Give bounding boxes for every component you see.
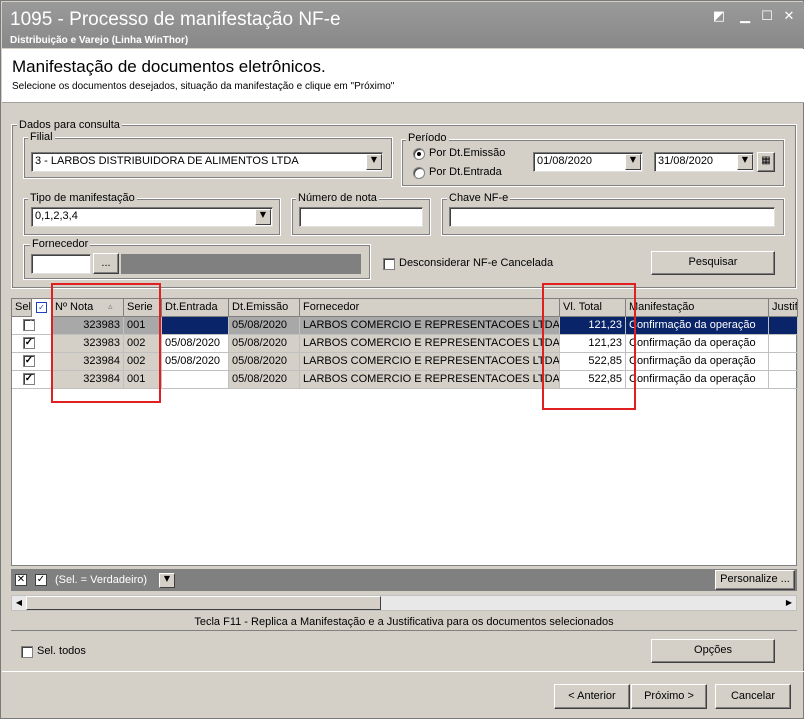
dt-entrada-cell[interactable]: 05/08/2020 — [162, 353, 229, 371]
tipo-select[interactable]: 0,1,2,3,4 — [31, 207, 273, 227]
restore-icon[interactable]: ◩ — [712, 10, 726, 24]
highlight-nota-serie — [51, 283, 161, 403]
col-header-justif[interactable]: Justif — [769, 299, 798, 317]
personalize-button[interactable]: Personalize ... — [715, 570, 795, 590]
title-bar: 1095 - Processo de manifestação NF-e Dis… — [2, 2, 804, 48]
row-select-checkbox[interactable]: ✓ — [23, 319, 35, 331]
cancelar-button[interactable]: Cancelar — [715, 684, 791, 709]
row-select-checkbox[interactable]: ✓ — [23, 355, 35, 367]
filter-active-checkbox[interactable]: ✓ — [35, 574, 47, 586]
manifestacao-cell[interactable]: Confirmação da operação — [626, 317, 769, 335]
periodo-label: Período — [406, 132, 449, 144]
row-select-checkbox[interactable]: ✓ — [23, 337, 35, 349]
dt-emissao-cell[interactable]: 05/08/2020 — [229, 317, 300, 335]
filter-text: (Sel. = Verdadeiro) — [55, 574, 148, 586]
footer-divider — [2, 671, 804, 672]
radio-por-entrada-label: Por Dt.Entrada — [429, 166, 502, 178]
minimize-icon[interactable]: ▁ — [738, 10, 752, 24]
desconsiderar-checkbox[interactable] — [383, 258, 395, 270]
maximize-icon[interactable]: ☐ — [760, 10, 774, 24]
chevron-down-icon[interactable]: ▼ — [366, 154, 382, 170]
page-header: Manifestação de documentos eletrônicos. … — [2, 49, 804, 103]
window-subtitle: Distribuição e Varejo (Linha WinThor) — [10, 35, 189, 46]
scroll-thumb[interactable] — [26, 596, 381, 610]
opcoes-button[interactable]: Opções — [651, 639, 775, 663]
justif-cell[interactable] — [769, 353, 798, 371]
fornecedor-label: Fornecedor — [30, 238, 91, 250]
calendar-icon[interactable]: ▦ — [757, 152, 775, 172]
radio-por-entrada[interactable] — [413, 167, 425, 179]
scroll-left-icon[interactable]: ◀ — [12, 596, 26, 610]
proximo-button[interactable]: Próximo > — [631, 684, 707, 709]
fornecedor-cell[interactable]: LARBOS COMERCIO E REPRESENTACOES LTDA — [300, 353, 560, 371]
pesquisar-button[interactable]: Pesquisar — [651, 251, 775, 275]
filial-label: Filial — [28, 131, 55, 143]
dt-entrada-cell[interactable] — [162, 317, 229, 335]
hint-text: Tecla F11 - Replica a Manifestação e a J… — [11, 613, 797, 631]
fornecedor-cell[interactable]: LARBOS COMERCIO E REPRESENTACOES LTDA — [300, 317, 560, 335]
dt-emissao-cell[interactable]: 05/08/2020 — [229, 353, 300, 371]
dt-emissao-cell[interactable]: 05/08/2020 — [229, 335, 300, 353]
anterior-button[interactable]: < Anterior — [554, 684, 630, 709]
window-title: 1095 - Processo de manifestação NF-e — [10, 9, 341, 30]
dt-emissao-cell[interactable]: 05/08/2020 — [229, 371, 300, 389]
sel-todos-checkbox[interactable] — [21, 646, 33, 658]
consulta-legend: Dados para consulta — [17, 119, 122, 131]
radio-por-emissao-label: Por Dt.Emissão — [429, 147, 506, 159]
scroll-right-icon[interactable]: ▶ — [782, 596, 796, 610]
highlight-total — [542, 283, 636, 410]
justif-cell[interactable] — [769, 371, 798, 389]
desconsiderar-label: Desconsiderar NF-e Cancelada — [399, 257, 554, 269]
row-select-cell[interactable]: ✓ — [12, 317, 52, 335]
numero-nota-input[interactable] — [299, 207, 423, 227]
radio-por-emissao[interactable] — [413, 148, 425, 160]
chave-input[interactable] — [449, 207, 775, 227]
close-icon[interactable]: ✕ — [782, 10, 796, 24]
dt-entrada-cell[interactable]: 05/08/2020 — [162, 335, 229, 353]
chevron-down-icon[interactable]: ▼ — [255, 209, 271, 225]
fornecedor-cell[interactable]: LARBOS COMERCIO E REPRESENTACOES LTDA — [300, 371, 560, 389]
fornecedor-code-input[interactable] — [31, 254, 91, 274]
row-select-cell[interactable]: ✓ — [12, 353, 52, 371]
col-header-manifestacao[interactable]: Manifestação — [626, 299, 769, 317]
row-select-checkbox[interactable]: ✓ — [23, 373, 35, 385]
clear-filter-icon[interactable]: ✕ — [15, 574, 27, 586]
row-select-cell[interactable]: ✓ — [12, 371, 52, 389]
manifestacao-cell[interactable]: Confirmação da operação — [626, 335, 769, 353]
justif-cell[interactable] — [769, 335, 798, 353]
row-select-cell[interactable]: ✓ — [12, 335, 52, 353]
main-window: 1095 - Processo de manifestação NF-e Dis… — [0, 0, 804, 719]
fornecedor-browse-button[interactable]: ... — [93, 253, 119, 274]
col-header-dt-entrada[interactable]: Dt.Entrada — [162, 299, 229, 317]
horizontal-scrollbar[interactable]: ◀ ▶ — [11, 595, 797, 611]
page-instructions: Selecione os documentos desejados, situa… — [12, 81, 395, 92]
select-all-header-checkbox[interactable]: ✓ — [36, 302, 47, 313]
fornecedor-name-display — [121, 254, 361, 274]
col-header-sel[interactable]: Sel. — [12, 299, 32, 317]
col-header-fornecedor[interactable]: Fornecedor — [300, 299, 560, 317]
chevron-down-icon[interactable]: ▼ — [159, 573, 175, 588]
filter-bar: ✕ ✓ (Sel. = Verdadeiro) ▼ Personalize ..… — [11, 569, 797, 591]
dt-entrada-cell[interactable] — [162, 371, 229, 389]
numero-nota-label: Número de nota — [296, 192, 379, 204]
col-header-dt-emissao[interactable]: Dt.Emissão — [229, 299, 300, 317]
manifestacao-cell[interactable]: Confirmação da operação — [626, 371, 769, 389]
page-title: Manifestação de documentos eletrônicos. — [12, 57, 326, 76]
sel-todos-label: Sel. todos — [37, 645, 86, 657]
fornecedor-cell[interactable]: LARBOS COMERCIO E REPRESENTACOES LTDA — [300, 335, 560, 353]
chave-label: Chave NF-e — [447, 192, 511, 204]
filial-select[interactable]: 3 - LARBOS DISTRIBUIDORA DE ALIMENTOS LT… — [31, 152, 383, 172]
tipo-label: Tipo de manifestação — [28, 192, 137, 204]
chevron-down-icon[interactable]: ▼ — [737, 154, 753, 170]
manifestacao-cell[interactable]: Confirmação da operação — [626, 353, 769, 371]
justif-cell[interactable] — [769, 317, 798, 335]
chevron-down-icon[interactable]: ▼ — [625, 154, 641, 170]
